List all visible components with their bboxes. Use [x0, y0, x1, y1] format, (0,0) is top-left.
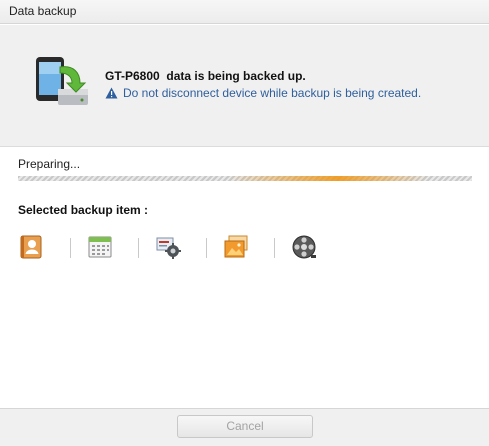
backup-message: data is being backed up.	[166, 69, 306, 83]
status-text: Preparing...	[18, 157, 81, 171]
phone-backup-icon	[36, 57, 88, 105]
separator	[274, 238, 275, 258]
selected-items-label: Selected backup item :	[18, 203, 149, 217]
separator	[70, 238, 71, 258]
backup-item-list	[18, 234, 338, 264]
backup-header: GT-P6800 data is being backed up. Do not…	[0, 25, 489, 147]
separator	[206, 238, 207, 258]
settings-icon	[156, 237, 181, 259]
calendar-icon	[88, 236, 112, 258]
contacts-icon	[20, 235, 42, 259]
warning-icon	[105, 87, 118, 99]
progress-indicator	[228, 176, 428, 181]
video-icon	[292, 235, 316, 259]
cancel-button[interactable]: Cancel	[177, 415, 313, 438]
separator	[138, 238, 139, 258]
title-bar: Data backup	[0, 0, 489, 24]
progress-bar	[18, 176, 472, 181]
dialog-footer: Cancel	[0, 408, 489, 446]
window-title: Data backup	[9, 4, 77, 18]
photos-icon	[224, 235, 248, 258]
device-model: GT-P6800	[105, 69, 160, 83]
warning-text: Do not disconnect device while backup is…	[123, 86, 422, 100]
backup-headline: GT-P6800 data is being backed up.	[105, 69, 306, 83]
